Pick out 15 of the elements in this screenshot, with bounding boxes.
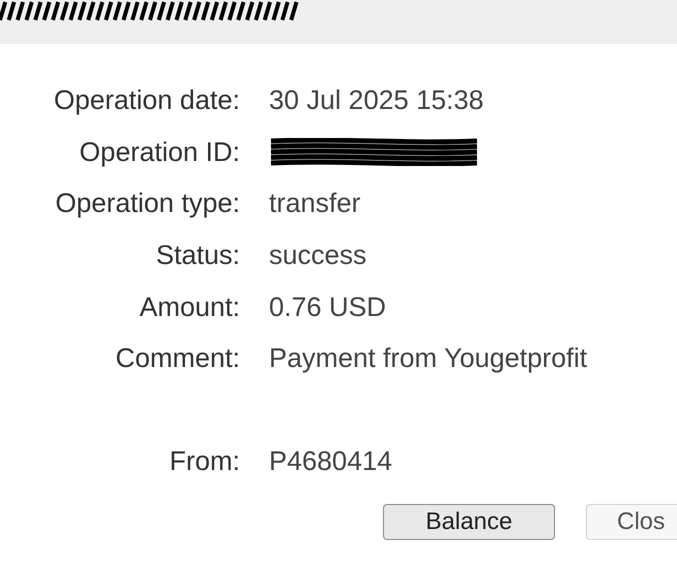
field-label: Operation ID:: [79, 136, 240, 168]
dialog-button[interactable]: Balance: [383, 504, 555, 540]
field-label: From:: [170, 446, 240, 478]
field-label: Amount:: [139, 292, 240, 323]
field-value: transfer: [269, 188, 362, 220]
field-value: P4680414: [269, 446, 394, 478]
field-label: Comment:: [115, 343, 240, 374]
field-value: 30 Jul 2025 15:38: [269, 85, 485, 116]
field-label: Operation date:: [54, 85, 240, 116]
field-value: 0.76 USD: [269, 292, 388, 323]
field-label: Operation type:: [55, 188, 240, 220]
field-value: success: [269, 240, 368, 272]
dialog-button[interactable]: Clos: [586, 504, 677, 540]
field-label: Status:: [156, 240, 240, 272]
field-value: Payment from Yougetprofit: [269, 343, 588, 374]
